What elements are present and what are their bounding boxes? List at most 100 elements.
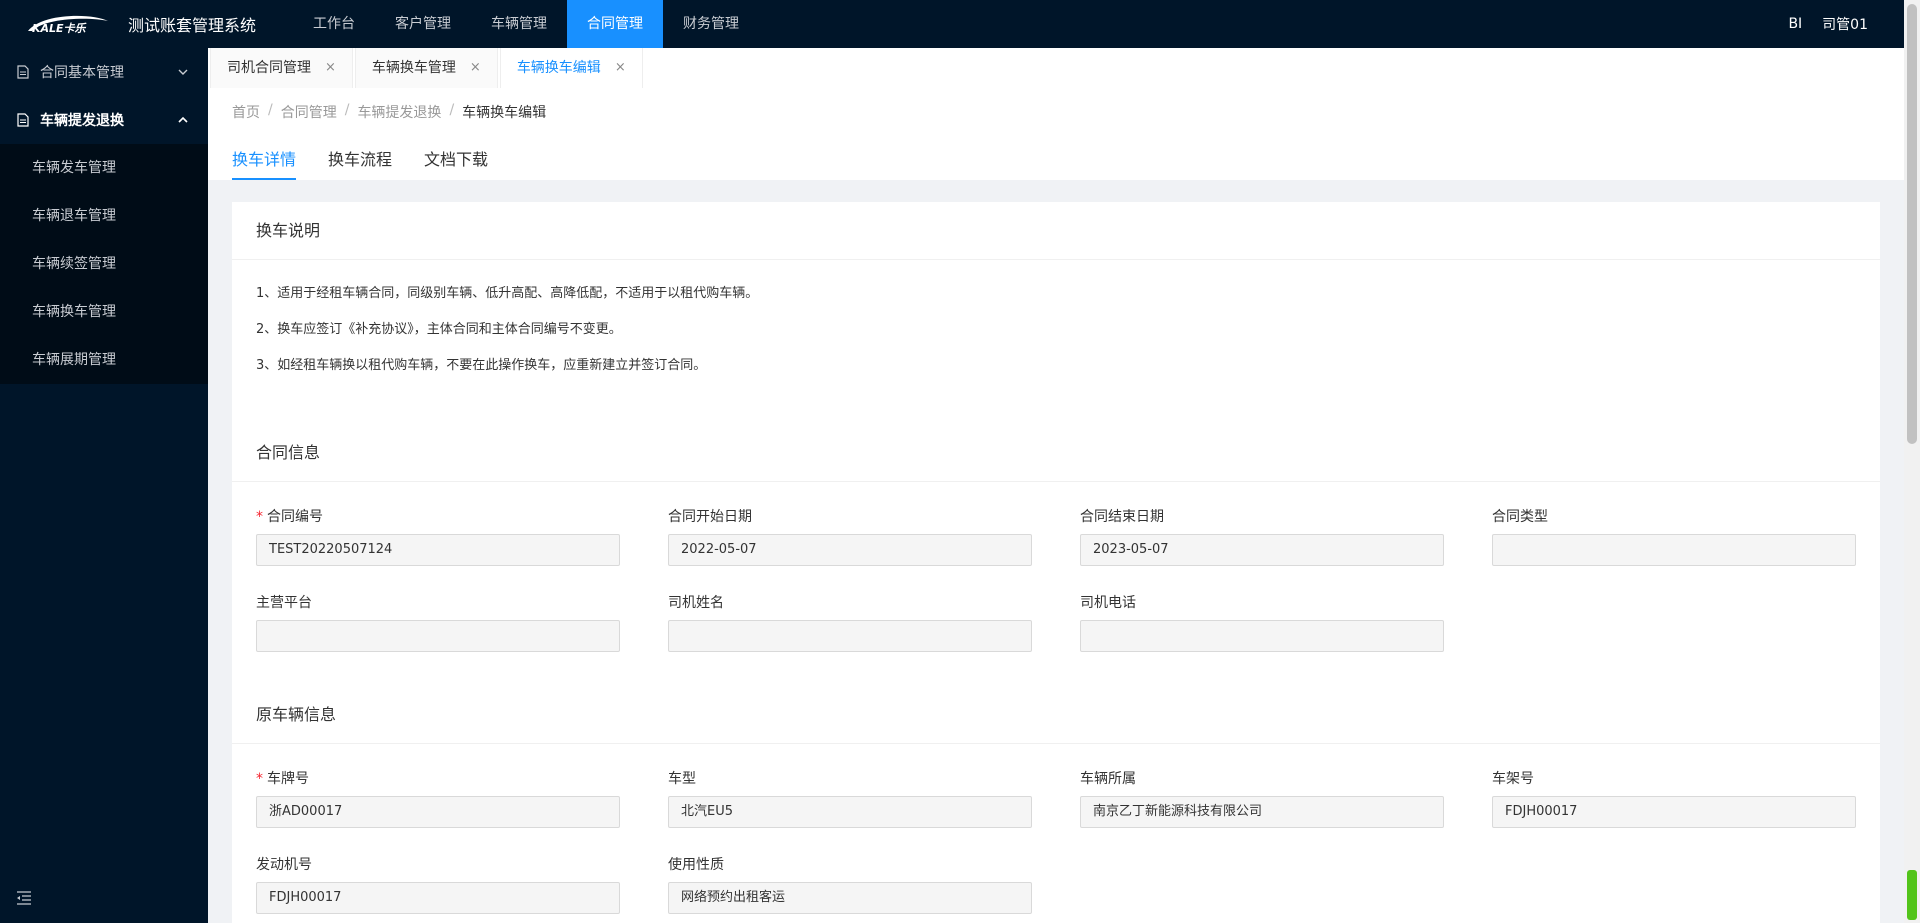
content-header: 首页 / 合同管理 / 车辆提发退换 / 车辆换车编辑 换车详情 换车流程 文档… bbox=[208, 88, 1904, 180]
field-label: 司机姓名 bbox=[668, 595, 724, 611]
vehicle-form: * 车牌号 浙AD00017 车型 北汽EU5 车辆所属 南京乙丁新能源科技有限公… bbox=[232, 744, 1880, 923]
sidebar-item-vehicle-swap[interactable]: 车辆换车管理 bbox=[0, 288, 208, 336]
field-label: 司机电话 bbox=[1080, 595, 1136, 611]
sidebar-item-vehicle-return[interactable]: 车辆退车管理 bbox=[0, 192, 208, 240]
note-line: 2、换车应签订《补充协议》，主体合同和主体合同编号不变更。 bbox=[256, 322, 622, 337]
field-driver-phone: 司机电话 bbox=[1080, 592, 1444, 652]
form-card: 换车说明 1、适用于经租车辆合同，同级别车辆、低升高配、高降低配，不适用于以租代… bbox=[232, 202, 1880, 923]
chevron-down-icon bbox=[178, 69, 188, 75]
app-title: 测试账套管理系统 bbox=[128, 16, 257, 35]
nav-contract-management[interactable]: 合同管理 bbox=[567, 0, 663, 48]
field-label: 使用性质 bbox=[668, 857, 724, 873]
sidebar-item-vehicle-dispatch[interactable]: 车辆发车管理 bbox=[0, 144, 208, 192]
sidebar-item-vehicle-renewal[interactable]: 车辆续签管理 bbox=[0, 240, 208, 288]
breadcrumb-home[interactable]: 首页 bbox=[232, 102, 260, 122]
contract-end-date-input[interactable]: 2023-05-07 bbox=[1080, 534, 1444, 566]
breadcrumb-contract[interactable]: 合同管理 bbox=[281, 102, 337, 122]
submenu-vehicle-swap: 车辆发车管理 车辆退车管理 车辆续签管理 车辆换车管理 车辆展期管理 bbox=[0, 144, 208, 384]
nav-customer-management[interactable]: 客户管理 bbox=[375, 0, 471, 48]
contract-type-input[interactable] bbox=[1492, 534, 1856, 566]
swap-notes: 1、适用于经租车辆合同，同级别车辆、低升高配、高降低配，不适用于以租代购车辆。 … bbox=[232, 260, 1880, 410]
breadcrumb-current: 车辆换车编辑 bbox=[462, 105, 547, 121]
vehicle-owner-input[interactable]: 南京乙丁新能源科技有限公司 bbox=[1080, 796, 1444, 828]
breadcrumb-separator: / bbox=[449, 102, 455, 118]
note-line: 3、如经租车辆换以租代购车辆，不要在此操作换车，应重新建立并签订合同。 bbox=[256, 358, 707, 373]
driver-name-input[interactable] bbox=[668, 620, 1032, 652]
top-bar: KALE卡乐 测试账套管理系统 工作台 客户管理 车辆管理 合同管理 财务管理 … bbox=[0, 0, 1904, 48]
close-icon[interactable]: × bbox=[615, 48, 626, 88]
vehicle-model-input[interactable]: 北汽EU5 bbox=[668, 796, 1032, 828]
field-contract-start-date: 合同开始日期 2022-05-07 bbox=[668, 506, 1032, 566]
vin-input[interactable]: FDJH00017 bbox=[1492, 796, 1856, 828]
sidebar-item-vehicle-extension[interactable]: 车辆展期管理 bbox=[0, 336, 208, 384]
breadcrumb: 首页 / 合同管理 / 车辆提发退换 / 车辆换车编辑 bbox=[232, 102, 546, 122]
top-nav: 工作台 客户管理 车辆管理 合同管理 财务管理 bbox=[293, 0, 759, 48]
plate-number-input[interactable]: 浙AD00017 bbox=[256, 796, 620, 828]
nav-finance-management[interactable]: 财务管理 bbox=[663, 0, 759, 48]
field-contract-type: 合同类型 bbox=[1492, 506, 1856, 566]
field-engine-number: 发动机号 FDJH00017 bbox=[256, 854, 620, 914]
bi-link[interactable]: BI bbox=[1788, 16, 1802, 32]
required-mark: * bbox=[256, 509, 263, 525]
section-title-contract: 合同信息 bbox=[232, 424, 1880, 482]
contract-form: * 合同编号 TEST20220507124 合同开始日期 2022-05-07 … bbox=[232, 482, 1880, 666]
field-label: 主营平台 bbox=[256, 595, 312, 611]
scrollbar-thumb[interactable] bbox=[1907, 4, 1917, 444]
breadcrumb-separator: / bbox=[268, 102, 273, 118]
breadcrumb-separator: / bbox=[344, 102, 350, 118]
sidebar: 合同基本管理 车辆提发退换 车辆发车管理 车辆退车管理 车辆续签管理 车辆换车管… bbox=[0, 48, 208, 923]
tab-document-download[interactable]: 文档下载 bbox=[424, 146, 488, 180]
page-tab-vehicle-swap[interactable]: 车辆换车管理 × bbox=[354, 48, 498, 88]
page-tab-label: 车辆换车管理 bbox=[371, 60, 456, 76]
close-icon[interactable]: × bbox=[470, 48, 481, 88]
page-tab-label: 司机合同管理 bbox=[227, 60, 311, 76]
page-tab-vehicle-swap-edit[interactable]: 车辆换车编辑 × bbox=[499, 48, 643, 88]
tab-swap-process[interactable]: 换车流程 bbox=[328, 146, 392, 180]
field-label: 发动机号 bbox=[256, 857, 312, 873]
field-label: 车牌号 bbox=[267, 771, 309, 787]
field-label: 车架号 bbox=[1492, 771, 1534, 787]
field-label: 车辆所属 bbox=[1080, 771, 1136, 787]
close-icon[interactable]: × bbox=[325, 48, 336, 88]
field-vin: 车架号 FDJH00017 bbox=[1492, 768, 1856, 828]
field-plate-number: * 车牌号 浙AD00017 bbox=[256, 768, 620, 828]
menu-group-label: 合同基本管理 bbox=[40, 65, 124, 81]
user-name[interactable]: 司管01 bbox=[1822, 14, 1868, 34]
logo-text: KALE卡乐 bbox=[32, 22, 88, 35]
menu-group-contract-basic[interactable]: 合同基本管理 bbox=[0, 48, 208, 96]
driver-phone-input[interactable] bbox=[1080, 620, 1444, 652]
chevron-up-icon bbox=[178, 116, 188, 123]
nav-vehicle-management[interactable]: 车辆管理 bbox=[471, 0, 567, 48]
field-label: 车型 bbox=[668, 771, 696, 787]
field-label: 合同编号 bbox=[267, 509, 323, 525]
scroll-indicator bbox=[1907, 870, 1917, 920]
menu-group-label: 车辆提发退换 bbox=[40, 113, 124, 129]
field-label: 合同开始日期 bbox=[668, 509, 752, 525]
contract-start-date-input[interactable]: 2022-05-07 bbox=[668, 534, 1032, 566]
required-mark: * bbox=[256, 771, 263, 787]
note-line: 1、适用于经租车辆合同，同级别车辆、低升高配、高降低配，不适用于以租代购车辆。 bbox=[256, 286, 759, 301]
usage-type-input[interactable]: 网络预约出租客运 bbox=[668, 882, 1032, 914]
detail-tabs: 换车详情 换车流程 文档下载 bbox=[232, 146, 520, 180]
nav-workbench[interactable]: 工作台 bbox=[293, 0, 375, 48]
tab-swap-details[interactable]: 换车详情 bbox=[232, 146, 297, 180]
menu-group-vehicle-swap[interactable]: 车辆提发退换 bbox=[0, 96, 208, 144]
section-title-notes: 换车说明 bbox=[232, 202, 1880, 260]
field-contract-end-date: 合同结束日期 2023-05-07 bbox=[1080, 506, 1444, 566]
field-driver-name: 司机姓名 bbox=[668, 592, 1032, 652]
field-label: 合同结束日期 bbox=[1080, 509, 1164, 525]
field-label: 合同类型 bbox=[1492, 509, 1548, 525]
field-main-platform: 主营平台 bbox=[256, 592, 620, 652]
contract-number-input[interactable]: TEST20220507124 bbox=[256, 534, 620, 566]
kale-logo[interactable]: KALE卡乐 bbox=[22, 9, 112, 39]
breadcrumb-vehicle-swap[interactable]: 车辆提发退换 bbox=[357, 102, 441, 122]
main-platform-input[interactable] bbox=[256, 620, 620, 652]
engine-number-input[interactable]: FDJH00017 bbox=[256, 882, 620, 914]
page-tab-label: 车辆换车编辑 bbox=[516, 60, 601, 76]
collapse-menu-icon[interactable] bbox=[16, 890, 32, 909]
field-vehicle-model: 车型 北汽EU5 bbox=[668, 768, 1032, 828]
document-icon bbox=[17, 113, 29, 127]
page-tab-driver-contract[interactable]: 司机合同管理 × bbox=[210, 48, 353, 88]
page-scrollbar[interactable] bbox=[1904, 0, 1920, 923]
field-vehicle-owner: 车辆所属 南京乙丁新能源科技有限公司 bbox=[1080, 768, 1444, 828]
